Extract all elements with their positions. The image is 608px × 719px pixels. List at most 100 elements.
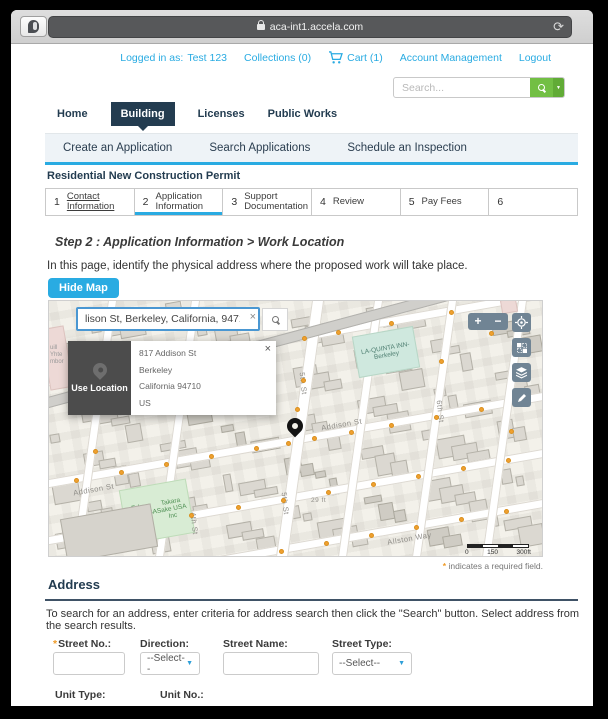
step-4-review[interactable]: 4 Review <box>311 189 400 215</box>
step-label: Support Documentation <box>244 192 306 212</box>
poi-label: Takara Sake USA Inc <box>155 496 188 522</box>
sub-nav: Create an Application Search Application… <box>45 133 578 165</box>
account-management-link[interactable]: Account Management <box>400 52 502 64</box>
map-dimension-label: 29 ft <box>311 497 326 504</box>
section-divider <box>45 599 578 601</box>
step-label: Pay Fees <box>422 197 484 207</box>
step-number: 5 <box>409 196 415 208</box>
zoom-out-button[interactable]: − <box>488 314 508 329</box>
step-1-contact-information[interactable]: 1 Contact Information <box>46 189 134 215</box>
unit-no-label: Unit No.: <box>160 689 204 701</box>
intro-text: In this page, identify the physical addr… <box>47 260 468 272</box>
street-type-select[interactable]: --Select-- ▼ <box>332 652 412 675</box>
basemap-button[interactable] <box>512 338 531 357</box>
step-number: 1 <box>54 196 60 208</box>
account-links: Logged in as: Test 123 Collections (0) C… <box>120 51 551 64</box>
main-nav: Home Building Licenses Public Works <box>57 102 337 126</box>
map-scale-bar <box>467 544 529 548</box>
locate-me-button[interactable] <box>512 313 531 332</box>
cart-icon <box>328 51 343 64</box>
search-options-caret-icon[interactable]: ▼ <box>553 78 564 97</box>
browser-window: aca-int1.accela.com ⟳ Logged in as: Test… <box>11 10 593 706</box>
tab-public-works[interactable]: Public Works <box>268 102 337 126</box>
search-button[interactable]: ▼ <box>530 78 564 97</box>
layers-icon <box>515 366 528 379</box>
unit-type-label: Unit Type: <box>55 689 106 701</box>
logged-in-as: Logged in as: Test 123 <box>120 52 227 64</box>
select-value: --Select-- <box>339 658 380 669</box>
popup-address: 817 Addison St Berkeley California 94710… <box>131 341 276 415</box>
cart-link[interactable]: Cart (1) <box>328 51 383 64</box>
reload-icon[interactable]: ⟳ <box>553 19 564 35</box>
step-label: Review <box>333 197 395 207</box>
step-6[interactable]: 6 <box>488 189 577 215</box>
address-line: California 94710 <box>139 381 268 391</box>
street-no-label: *Street No.: <box>53 638 111 650</box>
step-number: 4 <box>320 196 326 208</box>
step-number: 3 <box>231 196 237 208</box>
clear-search-icon[interactable]: × <box>250 311 256 323</box>
map-search-button[interactable] <box>262 308 288 331</box>
shield-icon <box>28 20 39 33</box>
lock-icon <box>257 24 265 30</box>
privacy-shield-button[interactable] <box>20 16 47 37</box>
permit-title: Residential New Construction Permit <box>47 170 240 182</box>
direction-select[interactable]: --Select-- ▼ <box>140 652 200 675</box>
popup-close-icon[interactable]: × <box>265 343 271 355</box>
search-icon <box>538 84 545 91</box>
street-name-input[interactable] <box>223 652 319 675</box>
draw-button[interactable] <box>512 388 531 407</box>
map-zoom-control: + − <box>468 313 508 330</box>
location-popup: Use Location 817 Addison St Berkeley Cal… <box>68 341 276 415</box>
required-star: * <box>53 638 57 650</box>
zoom-in-button[interactable]: + <box>468 314 488 329</box>
select-value: --Select-- <box>147 653 186 675</box>
address-line: 817 Addison St <box>139 348 268 358</box>
page: Logged in as: Test 123 Collections (0) C… <box>11 44 593 706</box>
chevron-down-icon: ▼ <box>186 660 193 667</box>
collections-link[interactable]: Collections (0) <box>244 52 311 64</box>
crosshair-icon <box>515 316 528 329</box>
logged-in-user[interactable]: Test 123 <box>187 52 227 64</box>
tab-building[interactable]: Building <box>111 102 175 126</box>
address-line: Berkeley <box>139 365 268 375</box>
subnav-create-application[interactable]: Create an Application <box>63 142 172 154</box>
logged-in-label: Logged in as: <box>120 52 183 64</box>
step-5-pay-fees[interactable]: 5 Pay Fees <box>400 189 489 215</box>
tab-home[interactable]: Home <box>57 102 88 126</box>
map-edge-text-fragment: uillYhtembor <box>50 345 64 366</box>
tab-licenses[interactable]: Licenses <box>198 102 245 126</box>
step-heading: Step 2 : Application Information > Work … <box>55 235 344 249</box>
subnav-schedule-inspection[interactable]: Schedule an Inspection <box>347 142 467 154</box>
subnav-search-applications[interactable]: Search Applications <box>209 142 310 154</box>
hide-map-button[interactable]: Hide Map <box>48 278 119 298</box>
map-canvas[interactable]: LA-QUINTA INN-Berkeley Takara Sake USA I… <box>48 300 543 557</box>
pin-icon <box>90 360 110 380</box>
layers-button[interactable] <box>512 363 531 382</box>
street-name-label: Street Name: <box>223 638 288 650</box>
step-number: 6 <box>497 196 503 208</box>
step-indicator: 1 Contact Information 2 Application Info… <box>45 188 578 216</box>
step-2-application-information[interactable]: 2 Application Information <box>134 189 223 215</box>
street-no-input[interactable] <box>53 652 125 675</box>
use-location-button[interactable]: Use Location <box>68 341 131 415</box>
url-bar[interactable]: aca-int1.accela.com ⟳ <box>48 16 572 38</box>
chevron-down-icon: ▼ <box>398 660 405 667</box>
street-type-label: Street Type: <box>332 638 392 650</box>
direction-label: Direction: <box>140 638 189 650</box>
step-label: Contact Information <box>67 192 129 212</box>
use-location-label: Use Location <box>71 383 128 393</box>
map-search-input[interactable] <box>76 307 260 331</box>
search-icon <box>272 316 279 323</box>
step-3-support-documentation[interactable]: 3 Support Documentation <box>222 189 311 215</box>
global-search: ▼ <box>393 77 565 98</box>
address-line: US <box>139 398 268 408</box>
browser-chrome: aca-int1.accela.com ⟳ <box>11 10 593 44</box>
cart-label: Cart (1) <box>347 52 383 64</box>
logout-link[interactable]: Logout <box>519 52 551 64</box>
pencil-icon <box>516 392 528 404</box>
step-label: Application Information <box>156 192 218 212</box>
address-section-title: Address <box>48 577 100 592</box>
address-instructions: To search for an address, enter criteria… <box>46 608 579 632</box>
required-field-note: * indicates a required field. <box>443 561 543 571</box>
